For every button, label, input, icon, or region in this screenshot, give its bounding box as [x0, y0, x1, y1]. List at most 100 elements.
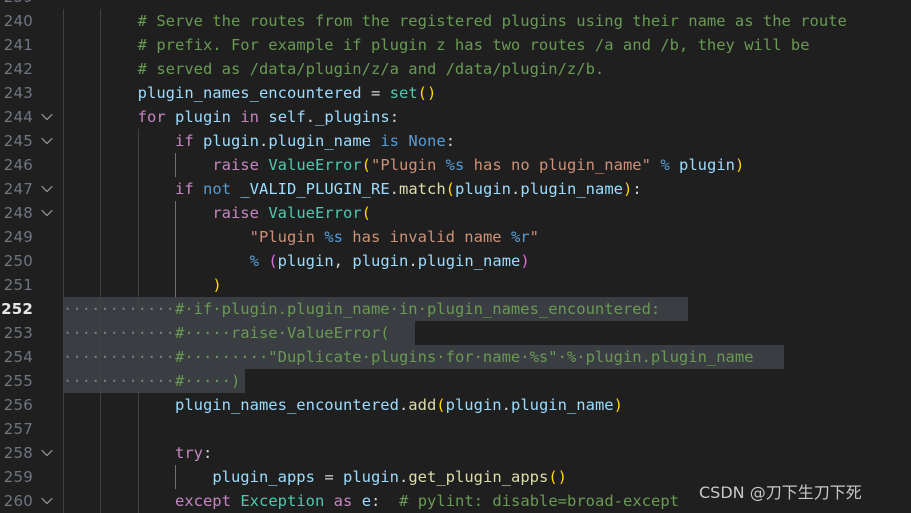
editor-gutter[interactable]: 244: [0, 105, 62, 129]
code-text[interactable]: % (plugin, plugin.plugin_name): [63, 249, 530, 273]
line-number[interactable]: 248: [0, 201, 33, 225]
code-text[interactable]: except Exception as e: # pylint: disable…: [63, 489, 679, 513]
code-line[interactable]: 245 if plugin.plugin_name is None:: [0, 129, 911, 153]
editor-gutter[interactable]: 259: [0, 465, 62, 489]
editor-gutter[interactable]: 245: [0, 129, 62, 153]
code-line[interactable]: 255 ············#·····): [0, 369, 911, 393]
code-line[interactable]: 249 "Plugin %s has invalid name %r": [0, 225, 911, 249]
editor-gutter[interactable]: 255: [0, 369, 62, 393]
code-text[interactable]: raise ValueError("Plugin %s has no plugi…: [63, 153, 744, 177]
code-line[interactable]: 256 plugin_names_encountered.add(plugin.…: [0, 393, 911, 417]
code-lines-container[interactable]: 239240 # Serve the routes from the regis…: [0, 0, 911, 513]
editor-gutter[interactable]: 249: [0, 225, 62, 249]
code-text[interactable]: for plugin in self._plugins:: [63, 105, 399, 129]
code-line[interactable]: 257: [0, 417, 911, 441]
code-text[interactable]: if not _VALID_PLUGIN_RE.match(plugin.plu…: [63, 177, 642, 201]
line-number[interactable]: 240: [0, 9, 33, 33]
code-line[interactable]: 241 # prefix. For example if plugin z ha…: [0, 33, 911, 57]
editor-gutter[interactable]: 260: [0, 489, 62, 513]
code-text[interactable]: try:: [63, 441, 212, 465]
editor-gutter[interactable]: 247: [0, 177, 62, 201]
code-line[interactable]: 251 ): [0, 273, 911, 297]
line-number[interactable]: 241: [0, 33, 33, 57]
code-text[interactable]: raise ValueError(: [63, 201, 371, 225]
editor-gutter[interactable]: 252: [0, 297, 62, 321]
line-number[interactable]: 249: [0, 225, 33, 249]
code-line[interactable]: 243 plugin_names_encountered = set(): [0, 81, 911, 105]
code-text[interactable]: if plugin.plugin_name is None:: [63, 129, 455, 153]
editor-gutter[interactable]: 240: [0, 9, 62, 33]
code-line[interactable]: 252 ············#·if·plugin.plugin_name·i…: [0, 297, 911, 321]
line-number[interactable]: 257: [0, 417, 33, 441]
code-editor[interactable]: 239240 # Serve the routes from the regis…: [0, 0, 911, 513]
code-line[interactable]: 240 # Serve the routes from the register…: [0, 9, 911, 33]
code-text[interactable]: plugin_names_encountered = set(): [63, 81, 437, 105]
code-token-str: ": [529, 228, 539, 246]
editor-gutter[interactable]: 254: [0, 345, 62, 369]
editor-gutter[interactable]: 256: [0, 393, 62, 417]
code-token-fmt: %s: [324, 228, 343, 246]
code-text[interactable]: ): [63, 273, 221, 297]
code-line[interactable]: 244 for plugin in self._plugins:: [0, 105, 911, 129]
code-token-b1: ): [623, 180, 633, 198]
code-text[interactable]: # prefix. For example if plugin z has tw…: [63, 33, 810, 57]
line-number[interactable]: 246: [0, 153, 33, 177]
code-text[interactable]: "Plugin %s has invalid name %r": [63, 225, 539, 249]
line-number[interactable]: 253: [0, 321, 33, 345]
line-number[interactable]: 245: [0, 129, 33, 153]
code-token-b1: (: [548, 468, 558, 486]
chevron-down-icon[interactable]: [38, 201, 56, 225]
code-token-op: [352, 492, 361, 510]
code-token-op: [259, 108, 268, 126]
code-line[interactable]: 242 # served as /data/plugin/z/a and /da…: [0, 57, 911, 81]
code-line[interactable]: 253 ············#·····raise·ValueError(: [0, 321, 911, 345]
code-line[interactable]: 258 try:: [0, 441, 911, 465]
code-line[interactable]: 248 raise ValueError(: [0, 201, 911, 225]
code-token-cm: # prefix. For example if plugin z has tw…: [137, 36, 810, 54]
line-number[interactable]: 243: [0, 81, 33, 105]
line-number[interactable]: 242: [0, 57, 33, 81]
editor-gutter[interactable]: 248: [0, 201, 62, 225]
code-text[interactable]: # Serve the routes from the registered p…: [63, 9, 847, 33]
chevron-down-icon[interactable]: [38, 489, 56, 513]
editor-gutter[interactable]: 239: [0, 0, 62, 9]
code-text[interactable]: ············#·········"Duplicate·plugins…: [63, 345, 754, 369]
code-text[interactable]: ············#·····): [63, 369, 240, 393]
editor-gutter[interactable]: 258: [0, 441, 62, 465]
code-token-op: [63, 132, 175, 150]
editor-gutter[interactable]: 253: [0, 321, 62, 345]
code-line[interactable]: 239: [0, 0, 911, 9]
editor-gutter[interactable]: 250: [0, 249, 62, 273]
line-number[interactable]: 255: [0, 369, 33, 393]
chevron-down-icon[interactable]: [38, 441, 56, 465]
code-text[interactable]: ············#·····raise·ValueError(: [63, 321, 390, 345]
editor-gutter[interactable]: 241: [0, 33, 62, 57]
line-number[interactable]: 256: [0, 393, 33, 417]
line-number[interactable]: 254: [0, 345, 33, 369]
editor-gutter[interactable]: 251: [0, 273, 62, 297]
chevron-down-icon[interactable]: [38, 105, 56, 129]
line-number[interactable]: 247: [0, 177, 33, 201]
line-number[interactable]: 258: [0, 441, 33, 465]
code-text[interactable]: plugin_apps = plugin.get_plugin_apps(): [63, 465, 567, 489]
line-number[interactable]: 252: [0, 297, 33, 321]
code-line[interactable]: 246 raise ValueError("Plugin %s has no p…: [0, 153, 911, 177]
code-text[interactable]: plugin_names_encountered.add(plugin.plug…: [63, 393, 623, 417]
line-number[interactable]: 251: [0, 273, 33, 297]
line-number[interactable]: 239: [0, 0, 33, 9]
code-line[interactable]: 247 if not _VALID_PLUGIN_RE.match(plugin…: [0, 177, 911, 201]
line-number[interactable]: 244: [0, 105, 33, 129]
editor-gutter[interactable]: 243: [0, 81, 62, 105]
chevron-down-icon[interactable]: [38, 129, 56, 153]
line-number[interactable]: 250: [0, 249, 33, 273]
code-line[interactable]: 254 ············#·········"Duplicate·plug…: [0, 345, 911, 369]
code-text[interactable]: ············#·if·plugin.plugin_name·in·p…: [63, 297, 660, 321]
code-line[interactable]: 250 % (plugin, plugin.plugin_name): [0, 249, 911, 273]
chevron-down-icon[interactable]: [38, 177, 56, 201]
editor-gutter[interactable]: 242: [0, 57, 62, 81]
code-text[interactable]: # served as /data/plugin/z/a and /data/p…: [63, 57, 605, 81]
editor-gutter[interactable]: 257: [0, 417, 62, 441]
editor-gutter[interactable]: 246: [0, 153, 62, 177]
line-number[interactable]: 260: [0, 489, 33, 513]
line-number[interactable]: 259: [0, 465, 33, 489]
